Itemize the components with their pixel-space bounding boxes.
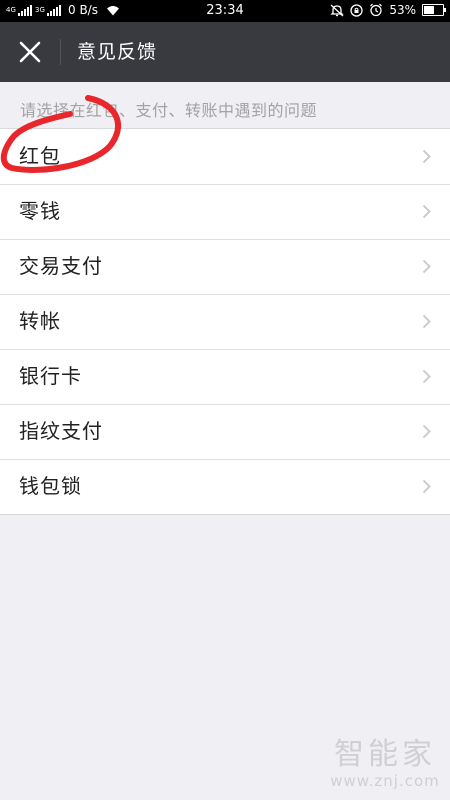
section-hint: 请选择在红包、支付、转账中遇到的问题 — [20, 101, 318, 120]
list-item-label: 银行卡 — [19, 364, 82, 388]
chevron-right-icon — [422, 259, 431, 274]
list-item-red-packet[interactable]: 红包 — [0, 129, 450, 184]
list-item-label: 钱包锁 — [19, 474, 82, 498]
chevron-right-icon — [422, 369, 431, 384]
battery-icon — [422, 4, 446, 16]
issue-list: 红包 零钱 交易支付 转帐 银行卡 指纹支付 钱包锁 — [0, 128, 450, 515]
alarm-icon — [370, 3, 383, 17]
list-item-label: 交易支付 — [19, 254, 103, 278]
close-button[interactable] — [10, 32, 50, 72]
battery-percent: 53% — [389, 3, 416, 17]
list-item-fingerprint-pay[interactable]: 指纹支付 — [0, 404, 450, 459]
watermark-brand: 智能家 — [334, 737, 436, 772]
rotation-lock-icon — [350, 3, 363, 17]
status-bar: 4G 3G 0 B/s 23:34 53% — [0, 0, 450, 22]
chevron-right-icon — [422, 204, 431, 219]
battery-level — [424, 6, 434, 14]
list-item-wallet-lock[interactable]: 钱包锁 — [0, 459, 450, 514]
page-title: 意见反馈 — [77, 41, 158, 63]
close-icon — [19, 41, 41, 63]
list-item-payment[interactable]: 交易支付 — [0, 239, 450, 294]
status-right: 53% — [330, 3, 446, 17]
list-item-bank-card[interactable]: 银行卡 — [0, 349, 450, 404]
list-item-change[interactable]: 零钱 — [0, 184, 450, 239]
mute-icon — [330, 4, 344, 16]
chevron-right-icon — [422, 149, 431, 164]
list-item-label: 转帐 — [19, 309, 61, 333]
list-item-label: 零钱 — [19, 199, 61, 223]
chevron-right-icon — [422, 424, 431, 439]
list-item-label: 指纹支付 — [19, 419, 103, 443]
chevron-right-icon — [422, 479, 431, 494]
list-item-label: 红包 — [19, 144, 61, 168]
chevron-right-icon — [422, 314, 431, 329]
title-bar: 意见反馈 — [0, 22, 450, 82]
title-divider — [60, 39, 61, 65]
list-item-transfer[interactable]: 转帐 — [0, 294, 450, 349]
watermark-url: www.znj.com — [330, 772, 440, 790]
watermark: 智能家 www.znj.com — [330, 737, 440, 791]
